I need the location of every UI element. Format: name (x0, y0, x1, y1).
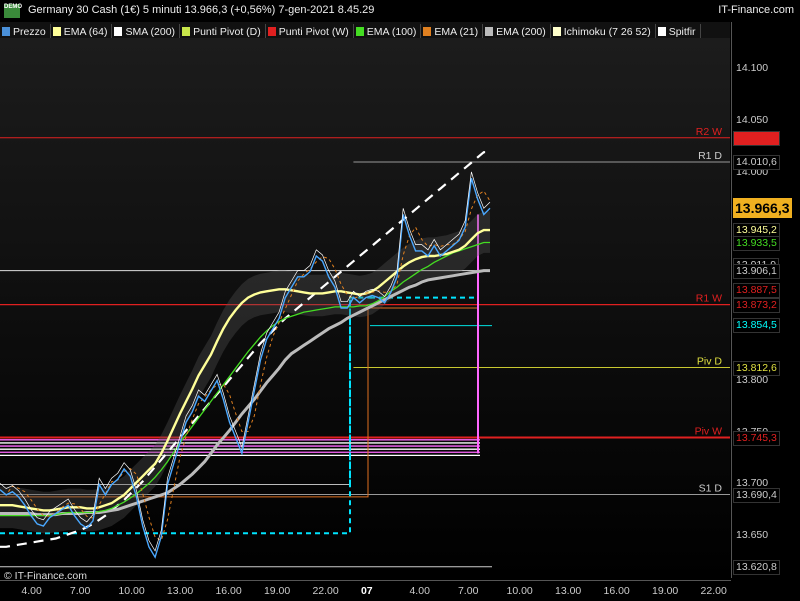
price-tag: 13.812,6 (733, 361, 780, 377)
x-tick-label: 13.00 (554, 585, 582, 597)
pivot-level-label: R1 D (698, 150, 722, 162)
price-tag: 14.033,9 (733, 131, 780, 147)
y-tick-label: 14.100 (736, 62, 769, 75)
copyright-footer: © IT-Finance.com (4, 570, 88, 582)
price-tag: 13.745,3 (733, 430, 780, 446)
pivot-level-label: R2 W (696, 126, 722, 138)
x-tick-label: 7.00 (69, 585, 91, 597)
pivot-level-label: R1 W (696, 293, 722, 305)
y-tick-label: 13.650 (736, 529, 769, 542)
price-axis[interactable]: 14.10014.05014.00013.80013.75013.70013.6… (731, 22, 800, 578)
last-price-tag: 13.966,3 (733, 197, 792, 218)
price-tag: 13.887,5 (733, 283, 780, 299)
x-tick-label: 4.00 (21, 585, 42, 597)
price-tag: 13.873,2 (733, 298, 780, 314)
y-tick-label: 14.050 (736, 114, 769, 127)
price-tag: 13.620,8 (733, 560, 780, 576)
x-tick-label: 07 (360, 585, 373, 597)
pivot-level-label: S1 D (699, 482, 723, 494)
x-tick-label: 19.00 (652, 585, 679, 597)
x-tick-label: 10.00 (506, 585, 533, 597)
pivot-level-label: Piv W (695, 425, 723, 437)
x-tick-label: 22.00 (312, 585, 339, 597)
x-tick-label: 19.00 (263, 585, 291, 597)
x-tick-label: 13.00 (166, 585, 194, 597)
x-tick-label: 22.00 (700, 585, 727, 597)
price-chart[interactable]: R2 W R1 D R1 W Piv D Piv W S1 D (0, 0, 800, 600)
price-tag: 13.854,5 (733, 317, 780, 333)
time-axis[interactable]: 4.00 7.00 10.00 13.00 16.00 19.00 22.00 07 4.00 7… (0, 580, 731, 601)
x-tick-label: 4.00 (409, 585, 430, 597)
x-tick-label: 7.00 (457, 585, 479, 597)
price-tag: 14.010,6 (733, 155, 780, 171)
pivot-level-label: Piv D (697, 356, 723, 368)
price-tag: 13.690,4 (733, 487, 780, 503)
x-tick-label: 16.00 (603, 585, 630, 597)
price-tag: 13.933,5 (733, 235, 780, 251)
x-tick-label: 10.00 (118, 585, 145, 597)
x-tick-label: 16.00 (215, 585, 242, 597)
price-tag: 13.906,1 (733, 263, 780, 279)
